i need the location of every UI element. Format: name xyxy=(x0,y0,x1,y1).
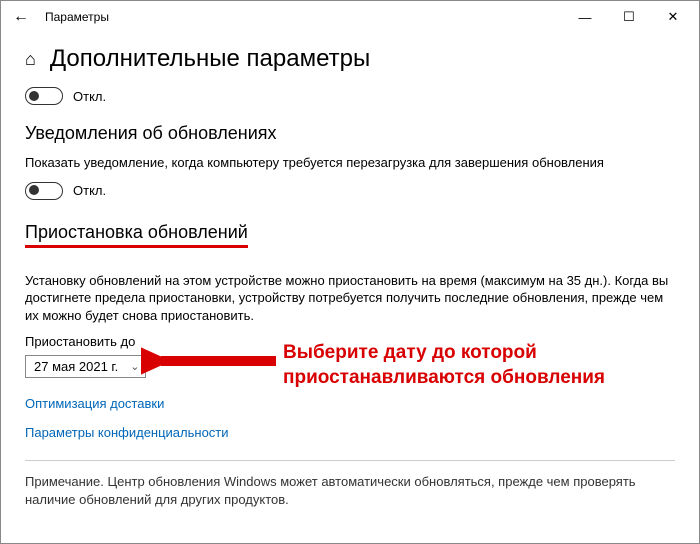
footer-note: Примечание. Центр обновления Windows мож… xyxy=(25,473,675,508)
pause-title: Приостановка обновлений xyxy=(25,222,248,248)
back-button[interactable]: ← xyxy=(5,1,37,33)
footer-divider: Примечание. Центр обновления Windows мож… xyxy=(25,460,675,508)
minimize-button[interactable]: — xyxy=(563,1,607,33)
pause-date-select[interactable]: 27 мая 2021 г. ⌄ xyxy=(25,355,146,378)
maximize-button[interactable]: ☐ xyxy=(607,1,651,33)
annotation-line2: приостанавливаются обновления xyxy=(283,366,605,391)
close-button[interactable]: ✕ xyxy=(651,1,695,33)
window-controls: — ☐ ✕ xyxy=(563,1,695,33)
content-area: ⌂ Дополнительные параметры Откл. Уведомл… xyxy=(1,33,699,508)
top-toggle-label: Откл. xyxy=(73,89,106,104)
top-toggle-row: Откл. xyxy=(25,87,675,105)
window-title: Параметры xyxy=(45,10,109,24)
annotation-text: Выберите дату до которой приостанавливаю… xyxy=(283,341,605,390)
notifications-title: Уведомления об обновлениях xyxy=(25,123,675,144)
annotation-line1: Выберите дату до которой xyxy=(283,341,605,366)
notifications-toggle-label: Откл. xyxy=(73,183,106,198)
delivery-optimization-link[interactable]: Оптимизация доставки xyxy=(25,396,675,411)
privacy-settings-link[interactable]: Параметры конфиденциальности xyxy=(25,425,675,440)
titlebar: ← Параметры — ☐ ✕ xyxy=(1,1,699,33)
notifications-toggle[interactable] xyxy=(25,182,63,200)
pause-date-value: 27 мая 2021 г. xyxy=(34,359,118,374)
page-header: ⌂ Дополнительные параметры xyxy=(25,45,675,73)
annotation-arrow-icon xyxy=(141,331,281,391)
chevron-down-icon: ⌄ xyxy=(130,360,139,373)
pause-section: Приостановка обновлений Установку обновл… xyxy=(25,222,675,441)
pause-desc: Установку обновлений на этом устройстве … xyxy=(25,272,675,325)
top-toggle[interactable] xyxy=(25,87,63,105)
notifications-desc: Показать уведомление, когда компьютеру т… xyxy=(25,154,675,172)
pause-title-wrap: Приостановка обновлений xyxy=(25,222,675,258)
notifications-toggle-row: Откл. xyxy=(25,182,675,200)
home-icon[interactable]: ⌂ xyxy=(25,49,36,70)
page-title: Дополнительные параметры xyxy=(50,45,370,73)
